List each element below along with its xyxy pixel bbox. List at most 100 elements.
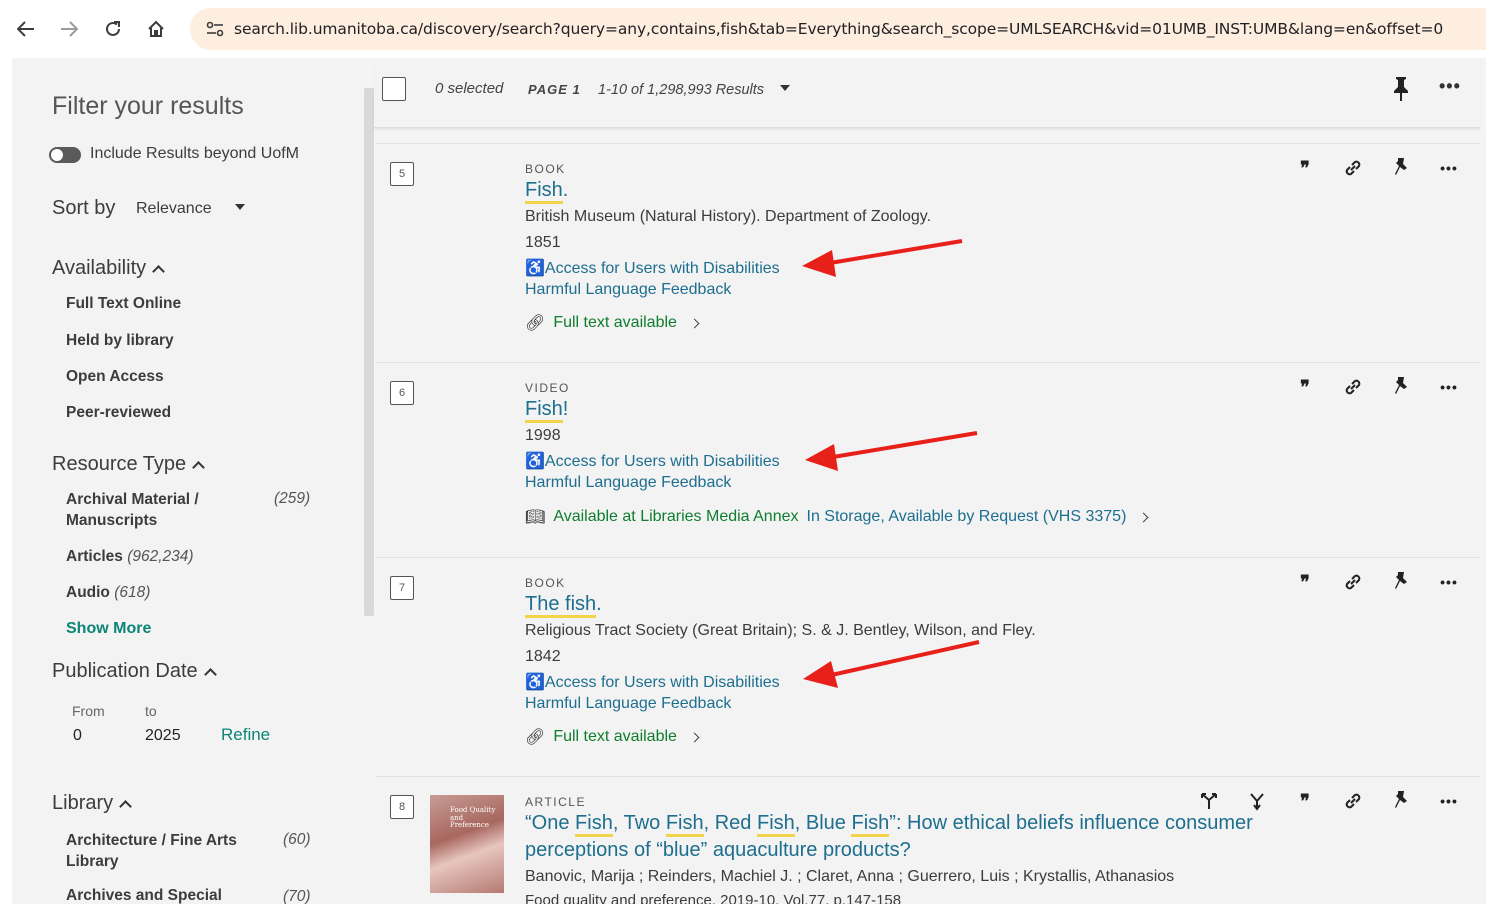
pin-icon[interactable] — [1392, 76, 1410, 107]
full-text-available-link[interactable]: 🔗︎ Full text available — [525, 727, 700, 747]
availability-label: Full text available — [553, 728, 677, 745]
date-to-label: to — [145, 703, 157, 719]
access-disabilities-link[interactable]: ♿Access for Users with Disabilities — [525, 258, 780, 278]
more-options-icon[interactable]: ••• — [1439, 76, 1461, 97]
harmful-language-feedback-link[interactable]: Harmful Language Feedback — [525, 281, 731, 299]
resource-type-heading-label: Resource Type — [52, 453, 187, 475]
availability-heading[interactable]: Availability — [52, 257, 165, 280]
select-all-checkbox[interactable] — [382, 77, 406, 101]
show-more-link[interactable]: Show More — [66, 620, 151, 638]
title-part: , Red — [703, 812, 757, 834]
forward-arrow-icon[interactable] — [56, 16, 82, 42]
pin-icon[interactable] — [1390, 571, 1412, 593]
facet-archival-material[interactable]: Archival Material / Manuscripts — [66, 489, 199, 531]
date-from-label: From — [72, 703, 105, 719]
result-title[interactable]: “One Fish, Two Fish, Red Fish, Blue Fish… — [525, 812, 1253, 837]
more-options-icon[interactable]: ••• — [1438, 157, 1460, 179]
cover-text: Food Quality and Preference — [450, 806, 496, 830]
address-bar[interactable]: search.lib.umanitoba.ca/discovery/search… — [190, 8, 1486, 50]
facet-peer-reviewed[interactable]: Peer-reviewed — [66, 404, 171, 422]
full-text-available-link[interactable]: 🔗︎ Full text available — [525, 313, 700, 333]
result-card: 5 BOOK Fish. British Museum (Natural His… — [376, 143, 1480, 361]
result-number-checkbox[interactable]: 5 — [390, 162, 414, 186]
cite-icon[interactable]: ❞ — [1294, 376, 1316, 398]
citation-trail-cited-icon[interactable] — [1198, 790, 1220, 812]
result-type: BOOK — [525, 576, 566, 590]
facet-architecture-library[interactable]: Architecture / Fine Arts Library — [66, 830, 237, 872]
result-actions: ❞ ••• — [1294, 376, 1460, 398]
title-part: , Two — [612, 812, 666, 834]
facet-full-text-online[interactable]: Full Text Online — [66, 295, 181, 313]
result-title[interactable]: Fish. — [525, 179, 568, 204]
availability-link[interactable]: 📖︎ Available at Libraries Media Annex In… — [525, 507, 1149, 527]
home-icon[interactable] — [143, 16, 169, 42]
chevron-up-icon — [203, 668, 217, 681]
date-to-input[interactable]: 2025 — [145, 727, 181, 745]
pin-icon[interactable] — [1390, 376, 1412, 398]
chevron-right-icon — [1138, 512, 1149, 522]
facet-held-by-library[interactable]: Held by library — [66, 332, 174, 350]
cite-icon[interactable]: ❞ — [1294, 790, 1316, 812]
permalink-icon[interactable] — [1342, 790, 1364, 812]
result-year: 1998 — [525, 427, 561, 444]
results-range: 1-10 of 1,298,993 Results — [598, 82, 765, 98]
include-beyond-toggle[interactable] — [49, 147, 81, 163]
access-label: Access for Users with Disabilities — [544, 453, 780, 470]
refine-button[interactable]: Refine — [221, 725, 270, 745]
permalink-icon[interactable] — [1342, 376, 1364, 398]
availability-label: Available at Libraries Media Annex — [553, 508, 799, 525]
sort-caret-icon[interactable] — [235, 204, 245, 210]
cite-icon[interactable]: ❞ — [1294, 157, 1316, 179]
facet-audio-label: Audio — [66, 584, 110, 601]
date-from-input[interactable]: 0 — [73, 727, 82, 745]
result-number-checkbox[interactable]: 6 — [390, 381, 414, 405]
facet-archives-special[interactable]: Archives and Special — [66, 887, 222, 904]
book-icon: 📖︎ — [525, 509, 546, 526]
result-author: Religious Tract Society (Great Britain);… — [525, 622, 1036, 639]
cite-icon[interactable]: ❞ — [1294, 571, 1316, 593]
link-icon: 🔗︎ — [525, 315, 546, 332]
more-options-icon[interactable]: ••• — [1438, 790, 1460, 812]
title-part: ”: How ethical beliefs influence consume… — [889, 812, 1253, 834]
result-number-checkbox[interactable]: 8 — [390, 795, 414, 819]
result-actions: ❞ ••• — [1294, 157, 1460, 179]
result-author: Banovic, Marija ; Reinders, Machiel J. ;… — [525, 868, 1175, 885]
results-range-caret-icon[interactable] — [780, 85, 790, 91]
result-title-line-2[interactable]: perceptions of “blue” aquaculture produc… — [525, 839, 911, 862]
site-settings-icon[interactable] — [196, 21, 234, 37]
result-number-checkbox[interactable]: 7 — [390, 576, 414, 600]
permalink-icon[interactable] — [1342, 157, 1364, 179]
result-title[interactable]: Fish! — [525, 398, 568, 423]
title-highlight: Fish — [665, 812, 704, 837]
filter-title: Filter your results — [52, 92, 244, 120]
result-title[interactable]: The fish. — [525, 593, 602, 618]
access-label: Access for Users with Disabilities — [544, 674, 780, 691]
facet-architecture-label: Architecture / Fine Arts — [66, 832, 237, 849]
publication-date-heading[interactable]: Publication Date — [52, 660, 217, 683]
back-arrow-icon[interactable] — [13, 16, 39, 42]
result-type: BOOK — [525, 162, 566, 176]
facet-open-access[interactable]: Open Access — [66, 368, 164, 386]
facet-audio[interactable]: Audio (618) — [66, 584, 150, 602]
availability-location: In Storage, Available by Request (VHS 33… — [806, 508, 1127, 525]
accessibility-icon: ♿ — [525, 674, 545, 691]
cover-thumbnail[interactable]: Food Quality and Preference — [430, 795, 504, 893]
library-heading[interactable]: Library — [52, 792, 133, 815]
harmful-language-feedback-link[interactable]: Harmful Language Feedback — [525, 474, 731, 492]
facet-articles[interactable]: Articles (962,234) — [66, 548, 194, 566]
sidebar-scrollbar[interactable] — [364, 88, 374, 616]
permalink-icon[interactable] — [1342, 571, 1364, 593]
reload-icon[interactable] — [100, 16, 126, 42]
sort-select[interactable]: Relevance — [136, 200, 212, 218]
pin-icon[interactable] — [1390, 790, 1412, 812]
more-options-icon[interactable]: ••• — [1438, 571, 1460, 593]
access-disabilities-link[interactable]: ♿Access for Users with Disabilities — [525, 451, 780, 471]
resource-type-heading[interactable]: Resource Type — [52, 453, 206, 476]
citation-trail-citing-icon[interactable] — [1246, 790, 1268, 812]
result-actions: ❞ ••• — [1198, 790, 1460, 812]
access-disabilities-link[interactable]: ♿Access for Users with Disabilities — [525, 672, 780, 692]
title-highlight: Fish — [851, 812, 890, 837]
more-options-icon[interactable]: ••• — [1438, 376, 1460, 398]
harmful-language-feedback-link[interactable]: Harmful Language Feedback — [525, 695, 731, 713]
pin-icon[interactable] — [1390, 157, 1412, 179]
